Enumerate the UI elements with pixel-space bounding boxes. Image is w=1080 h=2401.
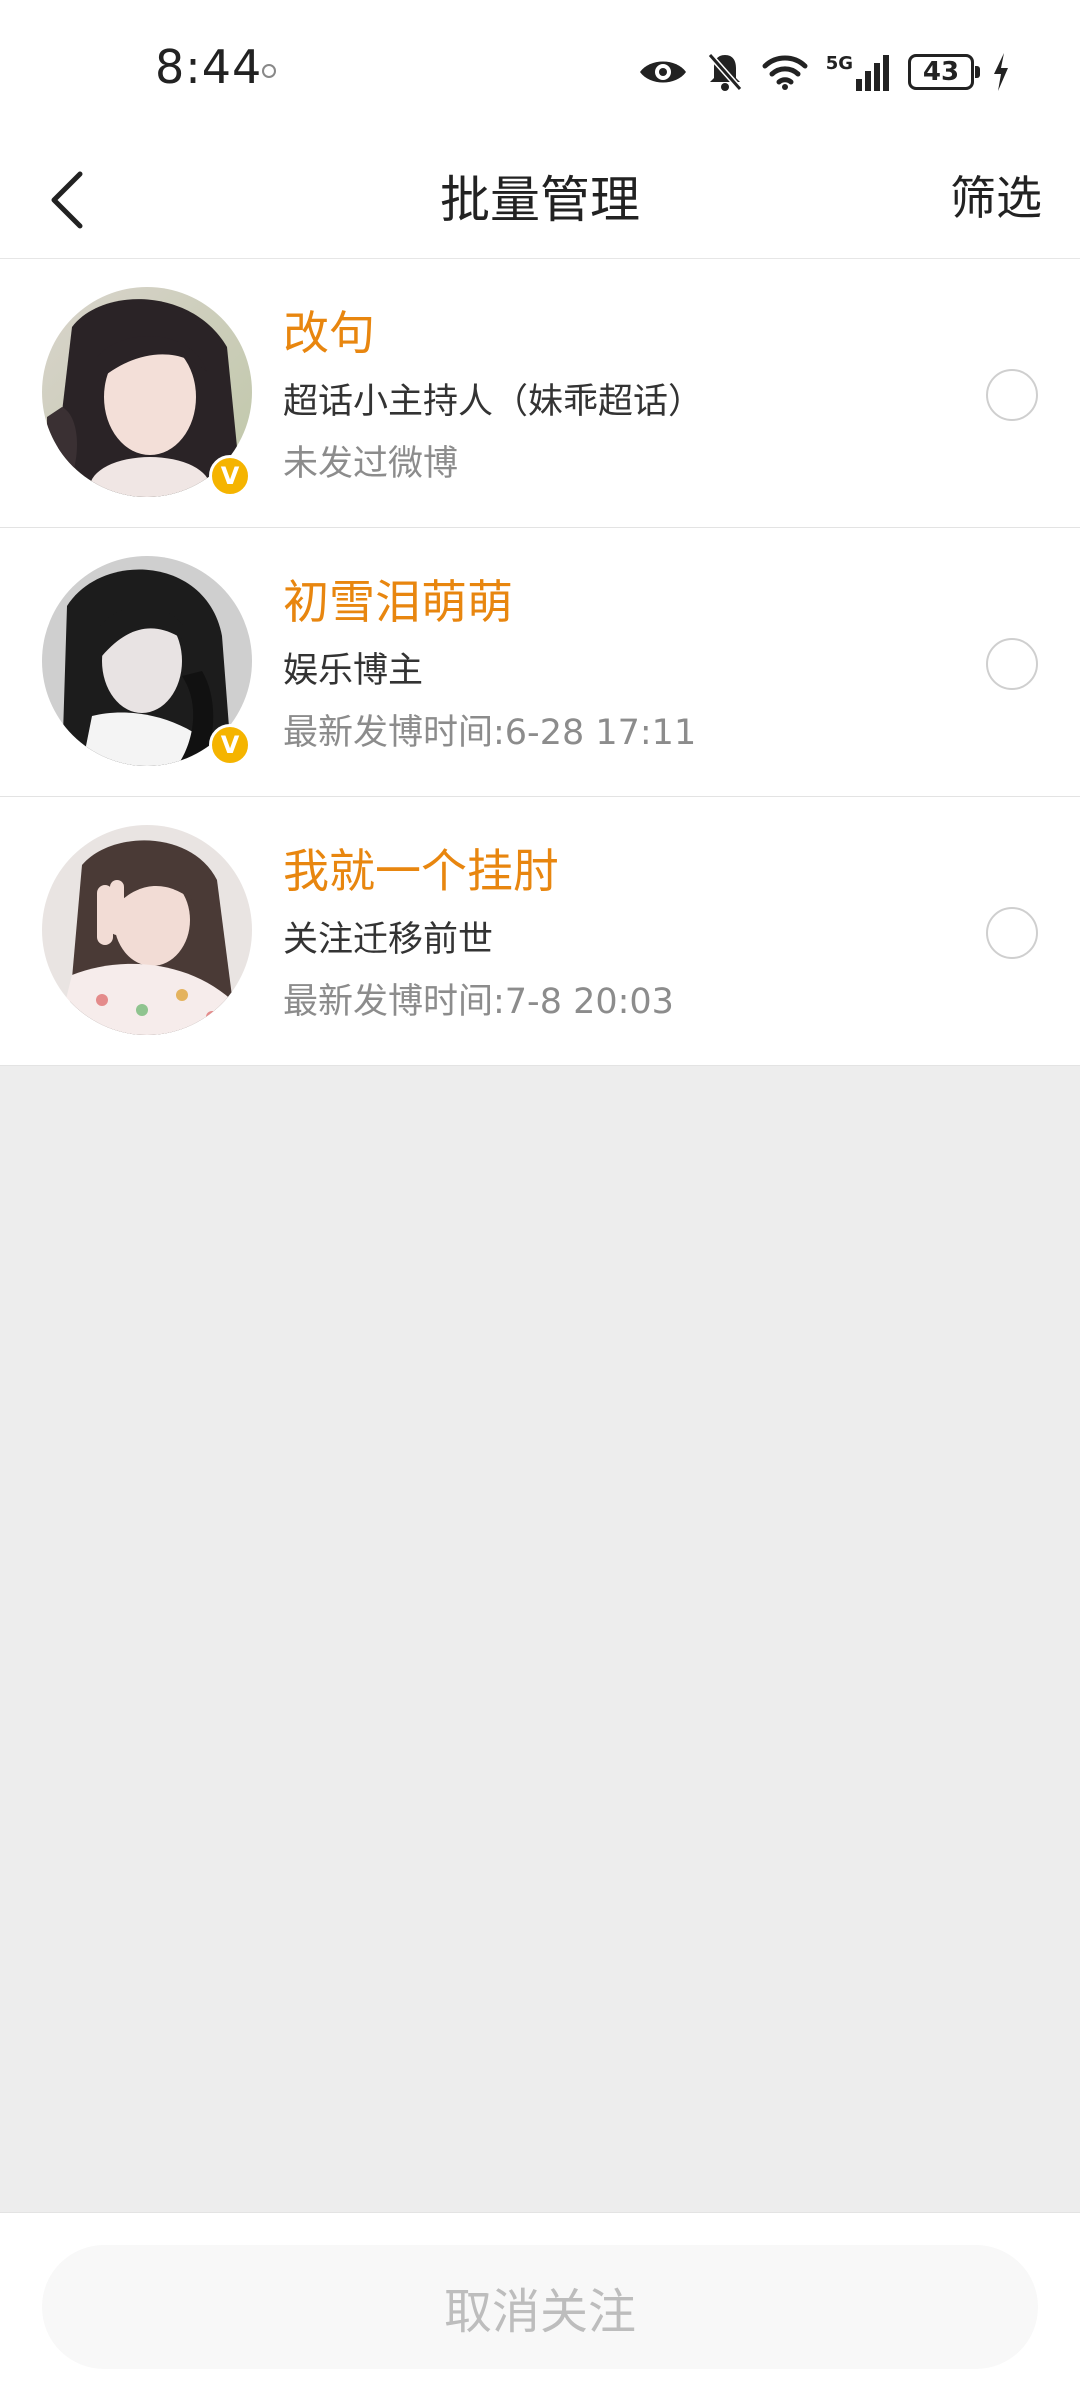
battery-level: 43: [922, 57, 960, 87]
status-icons: 5G 43: [638, 46, 1010, 98]
network-type: 5G: [825, 53, 853, 74]
user-name[interactable]: 我就一个挂肘: [283, 835, 559, 901]
verified-badge-icon: V: [209, 724, 251, 766]
verified-badge-icon: V: [209, 455, 251, 497]
user-last-post: 未发过微博: [283, 444, 459, 484]
back-button[interactable]: [24, 158, 108, 242]
status-bar: 8:44 5G 43: [0, 0, 1080, 140]
user-last-post: 最新发博时间:7-8 20:03: [283, 982, 674, 1022]
user-description: 娱乐博主: [283, 651, 424, 691]
list-item[interactable]: 我就一个挂肘 关注迁移前世 最新发博时间:7-8 20:03: [0, 797, 1080, 1066]
select-checkbox[interactable]: [986, 907, 1038, 959]
unfollow-button[interactable]: 取消关注: [42, 2245, 1038, 2369]
list-item[interactable]: V 初雪泪萌萌 娱乐博主 最新发博时间:6-28 17:11: [0, 528, 1080, 797]
wifi-icon: [762, 55, 808, 90]
status-time: 8:44: [155, 40, 263, 94]
avatar: [42, 825, 252, 1035]
bottom-bar: 取消关注: [0, 2212, 1080, 2401]
list-item[interactable]: V 改句 超话小主持人（妹乖超话） 未发过微博: [0, 259, 1080, 528]
filter-button[interactable]: 筛选: [950, 162, 1042, 228]
user-last-post: 最新发博时间:6-28 17:11: [283, 713, 697, 753]
signal-icon: 5G: [826, 53, 890, 91]
user-name[interactable]: 初雪泪萌萌: [283, 566, 513, 632]
eye-icon: [639, 61, 686, 83]
select-checkbox[interactable]: [986, 369, 1038, 421]
battery-icon: 43: [908, 54, 980, 90]
user-description: 超话小主持人（妹乖超话）: [283, 382, 704, 422]
page-title: 批量管理: [440, 171, 640, 229]
user-name[interactable]: 改句: [283, 297, 375, 363]
bell-off-icon: [707, 53, 742, 91]
select-checkbox[interactable]: [986, 638, 1038, 690]
user-description: 关注迁移前世: [283, 920, 494, 960]
charging-icon: [994, 53, 1008, 91]
notification-dot-icon: [262, 64, 276, 78]
user-list: V 改句 超话小主持人（妹乖超话） 未发过微博 V 初雪泪萌萌 娱乐博主 最新发…: [0, 259, 1080, 1066]
nav-bar: 批量管理 筛选: [0, 140, 1080, 259]
chevron-left-icon: [51, 171, 83, 229]
